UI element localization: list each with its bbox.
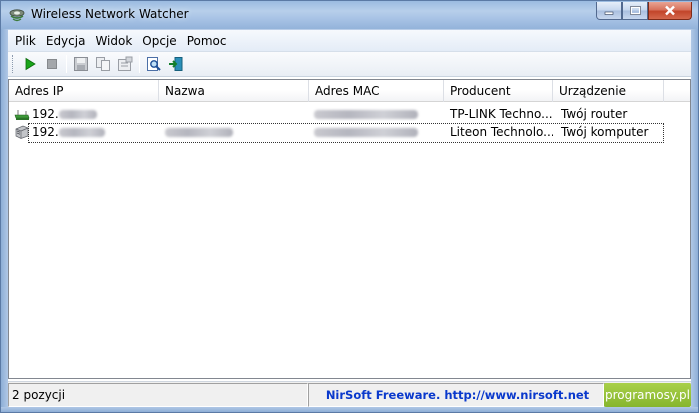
redacted-value [165, 128, 233, 137]
window-frame-bottom [0, 407, 699, 413]
window-frame-left [0, 29, 8, 413]
cell-name [159, 125, 309, 139]
save-icon [74, 57, 88, 71]
table-row[interactable]: 192. TP-LINK Techno... Twój router [9, 105, 690, 123]
app-icon [9, 9, 25, 22]
menu-opcje[interactable]: Opcje [137, 34, 181, 48]
ip-text: 192. [32, 107, 59, 121]
close-button[interactable] [648, 2, 692, 20]
exit-icon [169, 57, 183, 71]
play-icon [25, 57, 36, 71]
redacted-value [314, 110, 418, 119]
minimize-icon [604, 11, 614, 15]
cell-mac [309, 107, 444, 121]
save-button[interactable] [70, 53, 92, 75]
find-icon [147, 57, 161, 71]
minimize-button[interactable] [596, 2, 622, 20]
cell-device: Twój komputer [561, 125, 649, 139]
title-bar[interactable]: Wireless Network Watcher [0, 0, 699, 29]
column-header-device[interactable]: Urządzenie [553, 80, 664, 102]
stop-button[interactable] [41, 53, 63, 75]
column-header-ip[interactable]: Adres IP [9, 80, 159, 102]
cell-producer: TP-LINK Techno... [450, 107, 553, 121]
toolbar [8, 51, 691, 77]
toolbar-separator [66, 55, 67, 73]
toolbar-separator [139, 55, 140, 73]
menu-bar: Plik Edycja Widok Opcje Pomoc [8, 29, 691, 51]
column-header-name[interactable]: Nazwa [159, 80, 309, 102]
cell-ip: 192. [9, 125, 159, 139]
column-header-filler [664, 80, 690, 102]
redacted-value [58, 109, 97, 119]
computer-icon [15, 125, 29, 139]
watermark-badge: programosy.pl [604, 383, 691, 407]
properties-button[interactable] [114, 53, 136, 75]
close-icon [665, 5, 675, 16]
cell-device: Twój router [561, 107, 628, 121]
toolbar-grip[interactable] [12, 55, 15, 73]
copy-button[interactable] [92, 53, 114, 75]
router-icon [14, 110, 30, 120]
redacted-value [314, 128, 418, 137]
cell-producer: Liteon Technolo... [450, 125, 553, 139]
start-button[interactable] [19, 53, 41, 75]
cell-ip: 192. [9, 107, 159, 121]
find-button[interactable] [143, 53, 165, 75]
maximize-button[interactable] [622, 2, 648, 20]
status-bar: 2 pozycji NirSoft Freeware. http://www.n… [8, 381, 691, 407]
column-header-mac[interactable]: Adres MAC [309, 80, 444, 102]
devices-list[interactable]: Adres IP Nazwa Adres MAC Producent Urząd… [8, 79, 691, 379]
cell-mac [309, 125, 444, 139]
window-frame-right [691, 29, 699, 413]
properties-icon [118, 56, 133, 71]
list-header: Adres IP Nazwa Adres MAC Producent Urząd… [9, 80, 690, 102]
maximize-icon [629, 6, 641, 15]
menu-edycja[interactable]: Edycja [41, 34, 91, 48]
menu-widok[interactable]: Widok [90, 34, 137, 48]
menu-pomoc[interactable]: Pomoc [182, 34, 232, 48]
exit-button[interactable] [165, 53, 187, 75]
table-row[interactable]: 192. Liteon Technolo... Twój komputer [9, 123, 690, 143]
stop-icon [47, 59, 57, 69]
column-header-producer[interactable]: Producent [444, 80, 553, 102]
ip-text: 192. [32, 125, 59, 139]
copy-icon [96, 57, 110, 71]
status-item-count: 2 pozycji [8, 383, 308, 407]
redacted-value [58, 127, 105, 137]
nirsoft-link[interactable]: NirSoft Freeware. http://www.nirsoft.net [308, 383, 604, 407]
window-title: Wireless Network Watcher [31, 7, 189, 21]
menu-plik[interactable]: Plik [10, 34, 41, 48]
